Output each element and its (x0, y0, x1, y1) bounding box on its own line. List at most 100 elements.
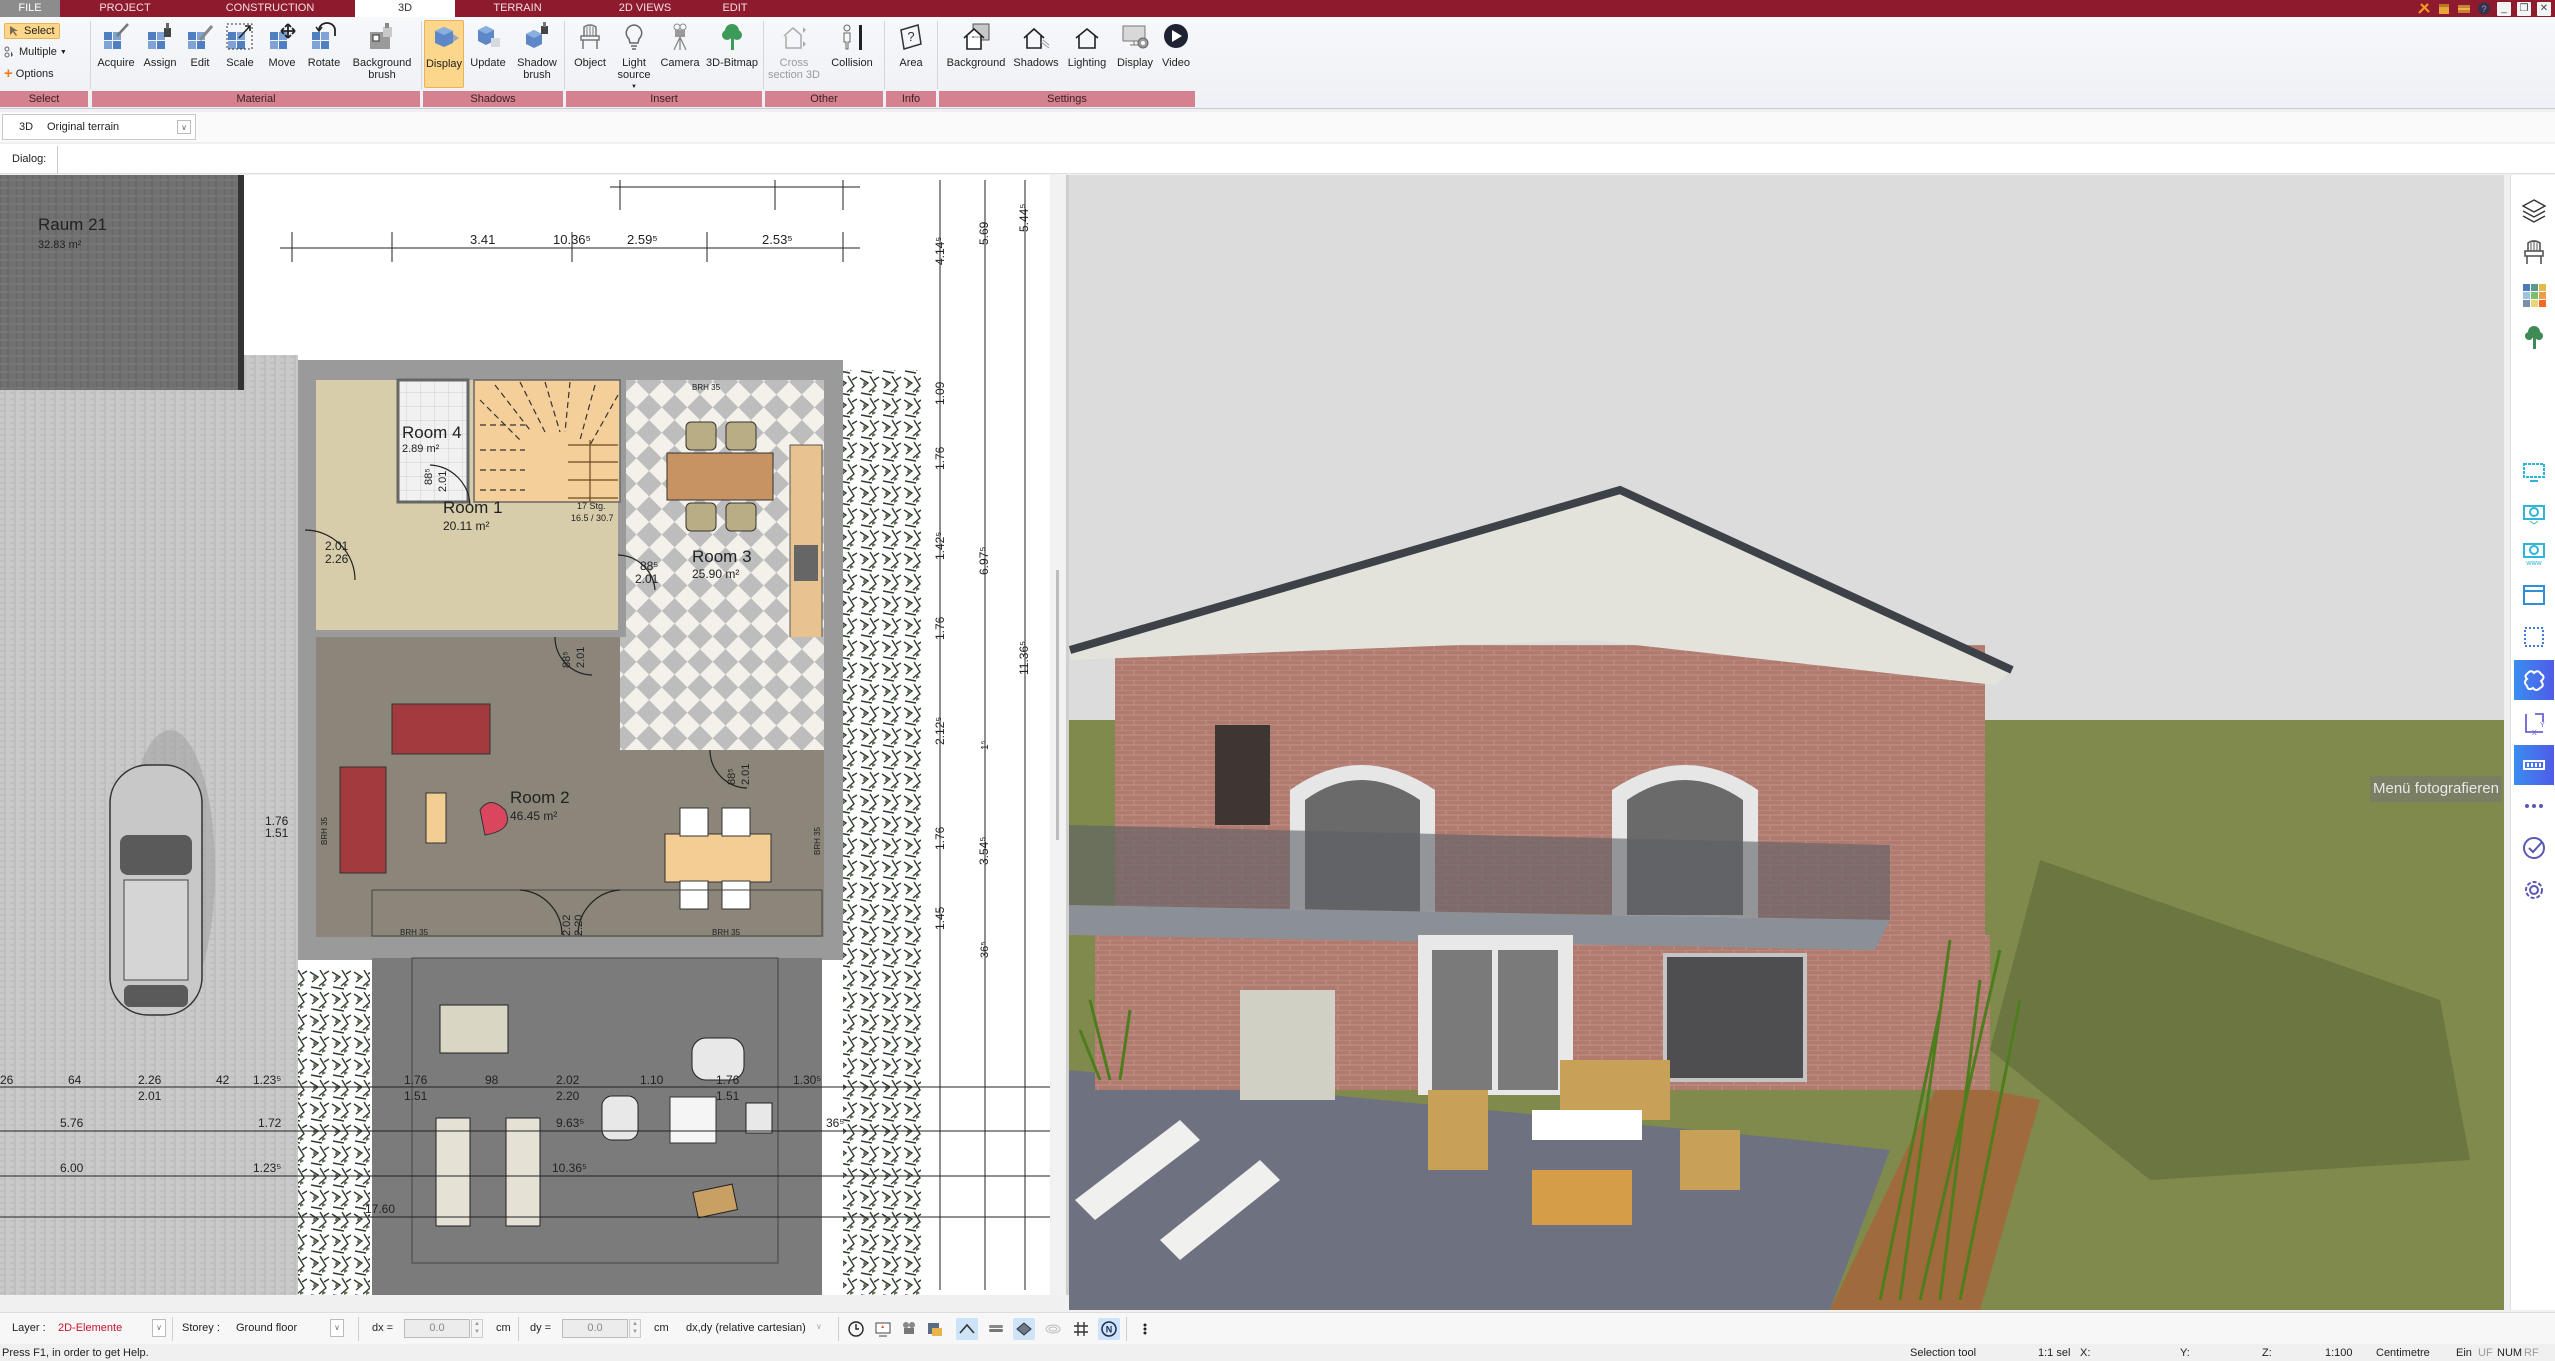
storey-value[interactable]: Ground floor (236, 1322, 297, 1334)
door-label-b: 2.01 (437, 471, 449, 492)
ribbon-group-info: ? Area Info (886, 17, 936, 109)
bottom-dimension: 64 (68, 1073, 82, 1087)
view-selector-combo[interactable]: 3D Original terrain ∨ (2, 114, 196, 140)
background-brush-button[interactable]: Background brush (348, 20, 416, 81)
more-vertical-icon[interactable] (1134, 1318, 1156, 1340)
tab-2d-views[interactable]: 2D VIEWS (580, 0, 710, 17)
cross-section-3d-button[interactable]: Cross section 3D (767, 20, 821, 81)
room-area-room2: 46.45 m² (510, 809, 557, 823)
dx-input[interactable]: 0.0 (404, 1319, 470, 1338)
tab-file[interactable]: FILE (0, 0, 60, 17)
collision-label: Collision (831, 57, 873, 69)
check-circle-icon[interactable] (2514, 828, 2554, 868)
tab-edit[interactable]: EDIT (710, 0, 760, 17)
acquire-button[interactable]: Acquire (94, 20, 138, 69)
xy-coordinates-icon[interactable]: XY (2514, 703, 2554, 743)
3d-bitmap-button[interactable]: 3D-Bitmap (704, 20, 760, 69)
logs-icon[interactable] (985, 1318, 1007, 1340)
scale-label: Scale (226, 57, 254, 69)
grid-icon[interactable] (1070, 1318, 1092, 1340)
box-icon[interactable] (2457, 2, 2471, 15)
presentation-icon[interactable] (872, 1318, 894, 1340)
floor-plan-canvas[interactable]: Raum 21 32.83 m² Room 4 2.89 m² Room 1 2… (0, 175, 1050, 1295)
area-button[interactable]: ? Area (890, 20, 932, 69)
dx-spinner[interactable]: ▲ ▼ (471, 1319, 483, 1338)
ruler-icon[interactable] (2514, 745, 2554, 785)
restore-button[interactable]: ❐ (2517, 1, 2531, 16)
tab-terrain[interactable]: TERRAIN (460, 0, 575, 17)
separator (90, 21, 91, 89)
roof-icon[interactable] (956, 1318, 978, 1340)
shadows-settings-button[interactable]: Shadows (1011, 20, 1061, 69)
options-button[interactable]: + Options (4, 66, 54, 81)
floor-plan-view[interactable]: Raum 21 32.83 m² Room 4 2.89 m² Room 1 2… (0, 175, 1050, 1295)
bottom-dimension: 6.00 (60, 1161, 84, 1175)
ribbon-group-material: Acquire Assign Edit Scale Move Rotate Ba… (92, 17, 420, 109)
door-label-a: 88⁵ (640, 559, 658, 573)
dining-table-2 (664, 833, 772, 883)
plan-vertical-scrollbar[interactable] (1053, 175, 1065, 1295)
camera-download-icon[interactable] (2514, 493, 2554, 533)
minimize-button[interactable]: _ (2497, 1, 2511, 16)
monitor-icon[interactable] (2514, 452, 2554, 492)
clock-icon[interactable] (845, 1318, 867, 1340)
window-label: BRH 35 (813, 826, 822, 855)
edit-material-button[interactable]: Edit (182, 20, 218, 69)
insert-object-button[interactable]: Object (568, 20, 612, 69)
tab-project[interactable]: PROJECT (60, 0, 190, 17)
plane-icon[interactable] (1013, 1318, 1035, 1340)
chevron-down-icon[interactable]: ∨ (177, 120, 191, 134)
right-dimension: 1.42⁵ (933, 532, 947, 560)
camera-button[interactable]: Camera (658, 20, 702, 69)
puzzle-icon[interactable] (2514, 660, 2554, 700)
north-icon[interactable]: N (1098, 1318, 1120, 1340)
tab-construction[interactable]: CONSTRUCTION (190, 0, 350, 17)
layer-value[interactable]: 2D-Elemente (58, 1322, 122, 1334)
video-button[interactable]: Video (1159, 20, 1193, 69)
help-text: Press F1, in order to get Help. (2, 1347, 149, 1359)
background-settings-button[interactable]: Background (943, 20, 1009, 69)
terrain-icon[interactable] (1042, 1318, 1064, 1340)
3d-view[interactable] (1069, 175, 2504, 1310)
room-name-room3: Room 3 (692, 547, 752, 566)
collision-button[interactable]: Collision (825, 20, 879, 69)
rotate-button[interactable]: Rotate (304, 20, 344, 69)
storey-dropdown-chevron-icon[interactable]: ∨ (330, 1319, 344, 1337)
3d-render-canvas[interactable] (1069, 175, 2504, 1310)
tools-icon[interactable] (2417, 2, 2431, 15)
layer-dropdown-chevron-icon[interactable]: ∨ (152, 1319, 166, 1337)
coordinate-mode-select[interactable]: dx,dy (relative cartesian) (686, 1322, 806, 1334)
layers-color-icon[interactable] (924, 1318, 946, 1340)
coordinate-mode-chevron-icon[interactable]: ∨ (816, 1322, 822, 1331)
shadow-brush-button[interactable]: Shadow brush (513, 20, 561, 81)
window-icon[interactable] (2514, 575, 2554, 615)
tree-icon[interactable] (2514, 317, 2554, 357)
layers-icon[interactable] (2514, 190, 2554, 230)
close-button[interactable]: ✕ (2537, 1, 2551, 16)
more-icon[interactable] (2514, 787, 2554, 827)
multiple-select-button[interactable]: Multiple ▼ (4, 46, 67, 58)
video-camera-icon[interactable] (898, 1318, 920, 1340)
chair-icon[interactable] (2514, 232, 2554, 272)
help-icon[interactable]: ? (2477, 2, 2491, 15)
update-shadows-button[interactable]: Update (467, 20, 509, 69)
dy-input[interactable]: 0.0 (562, 1319, 628, 1338)
light-source-button[interactable]: Light source ▼ (614, 20, 654, 93)
assign-button[interactable]: Assign (140, 20, 180, 69)
settings-gear-icon[interactable] (2514, 870, 2554, 910)
move-button[interactable]: Move (264, 20, 300, 69)
select-tool-button[interactable]: Select (4, 23, 60, 39)
display-shadows-button[interactable]: Display (424, 20, 464, 88)
camera-www-icon[interactable]: www (2514, 533, 2554, 573)
ribbon-group-settings: Background Shadows Lighting Display Vide… (939, 17, 1195, 109)
display-settings-button[interactable]: Display (1113, 20, 1157, 69)
light-source-label: Light source (617, 57, 651, 81)
folder-icon[interactable] (2437, 2, 2451, 15)
dotted-selection-icon[interactable] (2514, 617, 2554, 657)
dy-spinner[interactable]: ▲ ▼ (629, 1319, 641, 1338)
scrollbar-thumb[interactable] (1056, 570, 1059, 840)
scale-button[interactable]: Scale (222, 20, 258, 69)
tab-3d[interactable]: 3D (355, 0, 455, 17)
lighting-settings-button[interactable]: Lighting (1063, 20, 1111, 69)
materials-palette-icon[interactable] (2514, 275, 2554, 315)
